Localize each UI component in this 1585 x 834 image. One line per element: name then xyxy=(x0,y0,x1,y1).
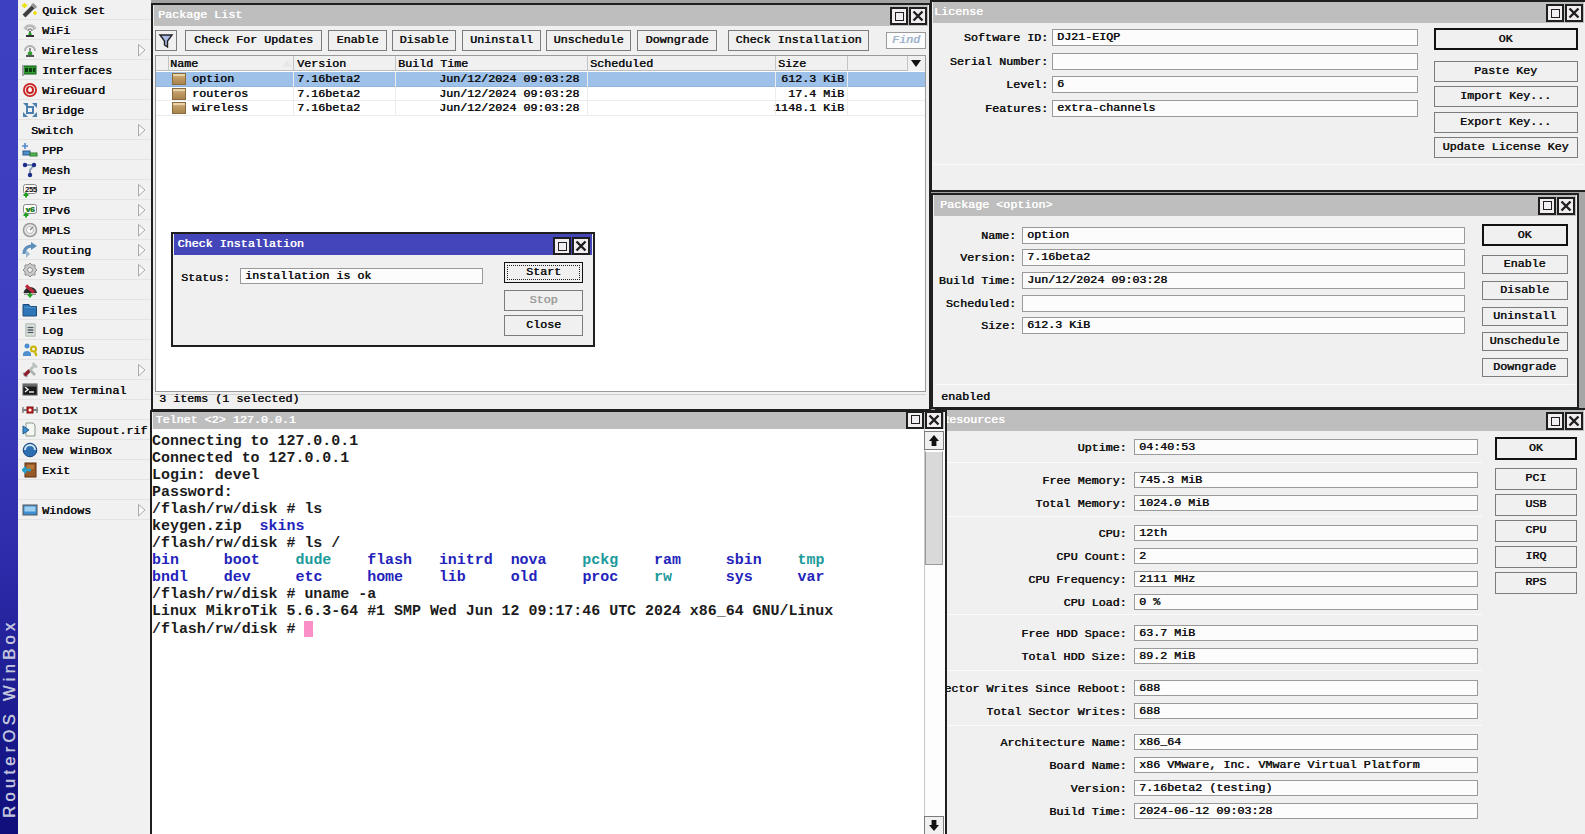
svg-text:255: 255 xyxy=(25,186,37,193)
